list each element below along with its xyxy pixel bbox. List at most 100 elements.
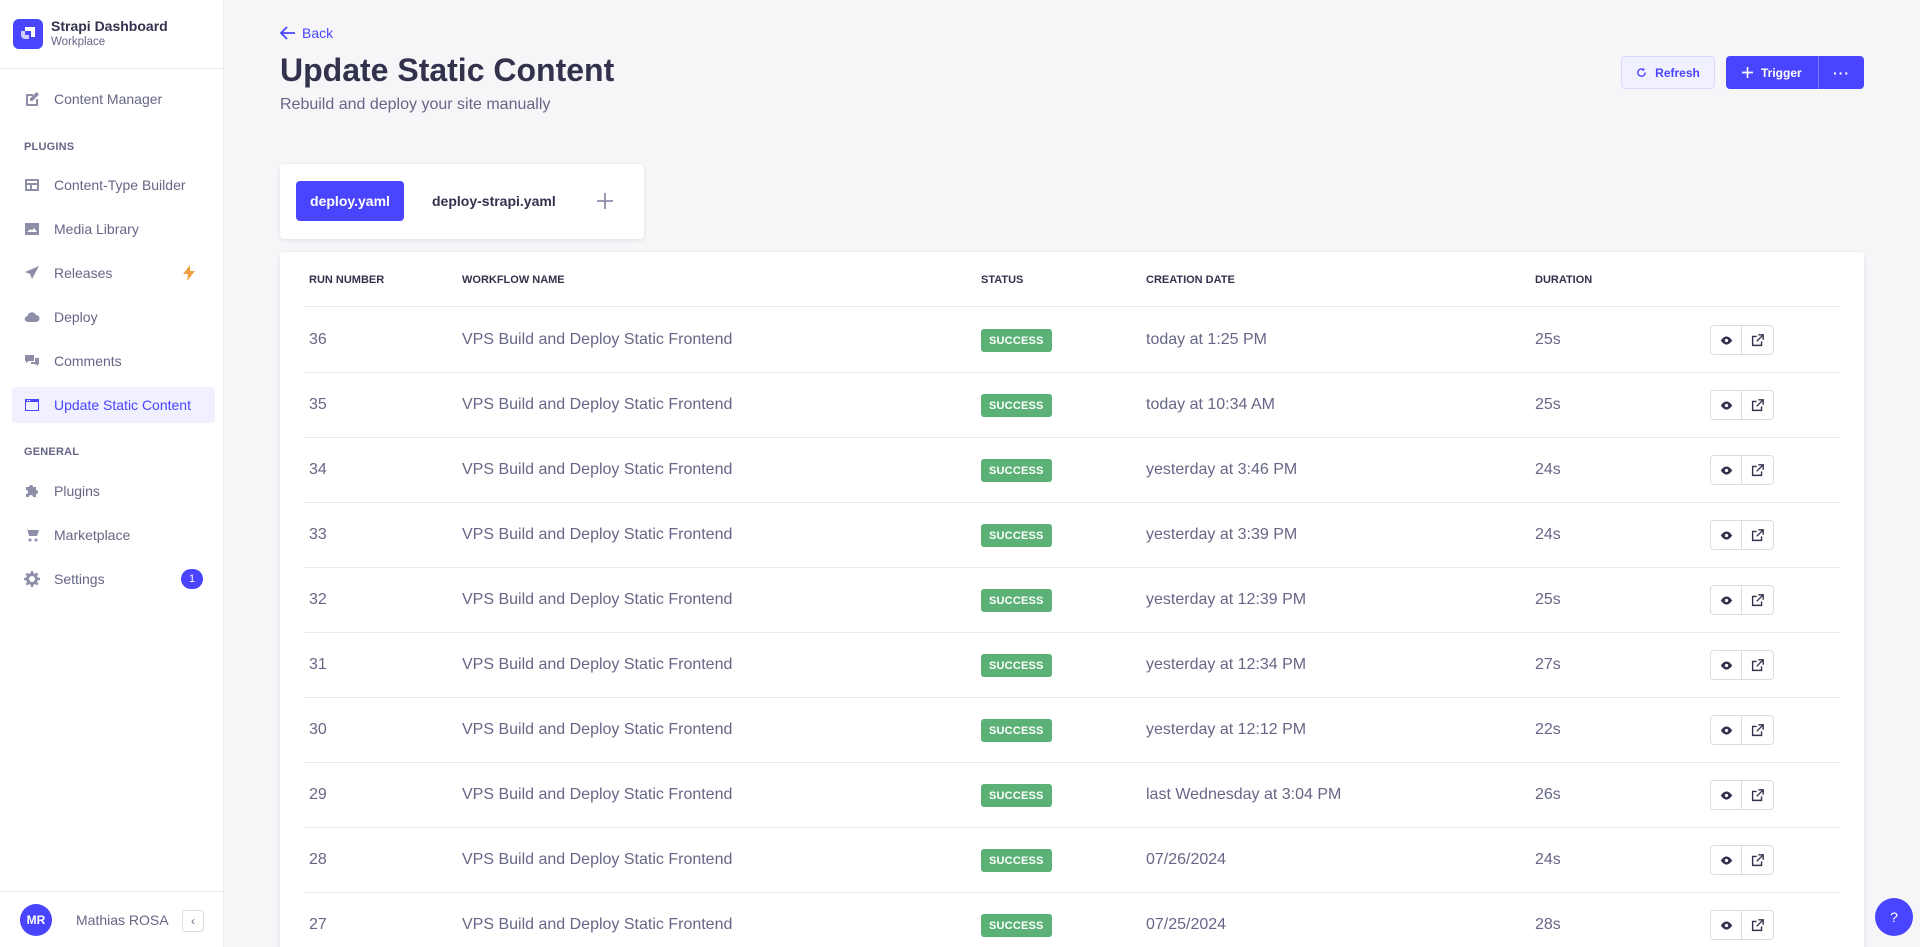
user-profile[interactable]: MR Mathias ROSA ‹ xyxy=(0,891,224,947)
table-row[interactable]: 36 VPS Build and Deploy Static Frontend SU… xyxy=(304,308,1840,373)
help-button[interactable]: ? xyxy=(1875,898,1913,936)
table-row[interactable]: 29 VPS Build and Deploy Static Frontend SU… xyxy=(304,763,1840,828)
status-badge: SUCCESS xyxy=(981,719,1052,742)
table-header: RUN NUMBER WORKFLOW NAME STATUS CREATION… xyxy=(304,252,1840,307)
open-external-button[interactable] xyxy=(1742,325,1774,355)
open-external-button[interactable] xyxy=(1742,910,1774,940)
status-badge: SUCCESS xyxy=(981,524,1052,547)
sidebar-item-media-library[interactable]: Media Library xyxy=(12,211,215,247)
view-run-button[interactable] xyxy=(1710,455,1742,485)
table-row[interactable]: 30 VPS Build and Deploy Static Frontend SU… xyxy=(304,698,1840,763)
column-header-status[interactable]: STATUS xyxy=(981,274,1023,286)
trigger-button[interactable]: Trigger xyxy=(1726,56,1819,89)
external-link-icon xyxy=(1751,463,1764,476)
image-icon xyxy=(24,221,40,237)
eye-icon xyxy=(1720,790,1732,800)
row-actions xyxy=(1710,650,1774,680)
sidebar-item-plugins[interactable]: Plugins xyxy=(12,473,215,509)
creation-date: 07/25/2024 xyxy=(1146,916,1227,933)
brand-header[interactable]: Strapi Dashboard Workplace xyxy=(0,0,223,69)
status-badge: SUCCESS xyxy=(981,849,1052,872)
column-header-workflow-name[interactable]: WORKFLOW NAME xyxy=(462,274,565,286)
sidebar-item-label: Content-Type Builder xyxy=(54,177,186,193)
open-external-button[interactable] xyxy=(1742,650,1774,680)
add-workflow-button[interactable] xyxy=(592,188,618,214)
sidebar: Strapi Dashboard Workplace Content Manag… xyxy=(0,0,224,947)
row-actions xyxy=(1710,780,1774,810)
table-row[interactable]: 34 VPS Build and Deploy Static Frontend SU… xyxy=(304,438,1840,503)
run-number: 31 xyxy=(309,656,327,673)
view-run-button[interactable] xyxy=(1710,650,1742,680)
run-number: 34 xyxy=(309,461,327,478)
workflow-name: VPS Build and Deploy Static Frontend xyxy=(462,656,733,673)
table-row[interactable]: 35 VPS Build and Deploy Static Frontend SU… xyxy=(304,373,1840,438)
paper-plane-icon xyxy=(24,265,40,281)
lightning-icon xyxy=(183,265,195,281)
avatar: MR xyxy=(20,903,52,936)
open-external-button[interactable] xyxy=(1742,780,1774,810)
eye-icon xyxy=(1720,335,1732,345)
table-row[interactable]: 33 VPS Build and Deploy Static Frontend SU… xyxy=(304,503,1840,568)
sidebar-item-comments[interactable]: Comments xyxy=(12,343,215,379)
external-link-icon xyxy=(1751,723,1764,736)
view-run-button[interactable] xyxy=(1710,325,1742,355)
back-link[interactable]: Back xyxy=(280,25,333,41)
open-external-button[interactable] xyxy=(1742,520,1774,550)
settings-notification-badge: 1 xyxy=(181,569,203,589)
run-number: 30 xyxy=(309,721,327,738)
sidebar-item-releases[interactable]: Releases xyxy=(12,255,215,291)
layout-icon xyxy=(24,177,40,193)
open-external-button[interactable] xyxy=(1742,585,1774,615)
cloud-icon xyxy=(24,309,40,325)
sidebar-item-content-type-builder[interactable]: Content-Type Builder xyxy=(12,167,215,203)
view-run-button[interactable] xyxy=(1710,520,1742,550)
table-row[interactable]: 31 VPS Build and Deploy Static Frontend SU… xyxy=(304,633,1840,698)
row-actions xyxy=(1710,455,1774,485)
sidebar-item-label: Content Manager xyxy=(54,91,163,107)
external-link-icon xyxy=(1751,853,1764,866)
column-header-creation-date[interactable]: CREATION DATE xyxy=(1146,274,1235,286)
open-external-button[interactable] xyxy=(1742,455,1774,485)
eye-icon xyxy=(1720,530,1732,540)
duration: 25s xyxy=(1535,331,1561,348)
status-badge: SUCCESS xyxy=(981,459,1052,482)
open-external-button[interactable] xyxy=(1742,715,1774,745)
collapse-sidebar-button[interactable]: ‹ xyxy=(182,910,204,932)
refresh-icon xyxy=(1637,67,1647,77)
sidebar-item-deploy[interactable]: Deploy xyxy=(12,299,215,335)
tab-deploy-yaml[interactable]: deploy.yaml xyxy=(296,181,404,221)
sidebar-item-marketplace[interactable]: Marketplace xyxy=(12,517,215,553)
duration: 27s xyxy=(1535,656,1561,673)
sidebar-item-settings[interactable]: Settings 1 xyxy=(12,561,215,597)
open-external-button[interactable] xyxy=(1742,390,1774,420)
column-header-duration[interactable]: DURATION xyxy=(1535,274,1592,286)
view-run-button[interactable] xyxy=(1710,780,1742,810)
view-run-button[interactable] xyxy=(1710,390,1742,420)
view-run-button[interactable] xyxy=(1710,910,1742,940)
column-header-run-number[interactable]: RUN NUMBER xyxy=(309,274,384,286)
table-row[interactable]: 32 VPS Build and Deploy Static Frontend SU… xyxy=(304,568,1840,633)
sidebar-item-label: Plugins xyxy=(54,483,100,499)
table-row[interactable]: 27 VPS Build and Deploy Static Frontend SU… xyxy=(304,893,1840,947)
workflow-tabs: deploy.yaml deploy-strapi.yaml xyxy=(280,164,644,239)
sidebar-item-update-static-content[interactable]: Update Static Content xyxy=(12,387,215,423)
view-run-button[interactable] xyxy=(1710,585,1742,615)
more-options-button[interactable]: ··· xyxy=(1819,65,1864,81)
duration: 24s xyxy=(1535,526,1561,543)
view-run-button[interactable] xyxy=(1710,845,1742,875)
refresh-button[interactable]: Refresh xyxy=(1621,56,1715,89)
duration: 25s xyxy=(1535,396,1561,413)
table-row[interactable]: 28 VPS Build and Deploy Static Frontend SU… xyxy=(304,828,1840,893)
duration: 26s xyxy=(1535,786,1561,803)
plus-icon xyxy=(1742,67,1753,78)
open-external-button[interactable] xyxy=(1742,845,1774,875)
sidebar-item-content-manager[interactable]: Content Manager xyxy=(12,81,215,117)
page-subtitle: Rebuild and deploy your site manually xyxy=(280,96,551,113)
view-run-button[interactable] xyxy=(1710,715,1742,745)
tab-deploy-strapi-yaml[interactable]: deploy-strapi.yaml xyxy=(432,181,556,221)
workflow-name: VPS Build and Deploy Static Frontend xyxy=(462,526,733,543)
run-number: 36 xyxy=(309,331,327,348)
refresh-label: Refresh xyxy=(1655,65,1700,80)
run-number: 27 xyxy=(309,916,327,933)
trigger-button-group: Trigger ··· xyxy=(1726,56,1864,89)
